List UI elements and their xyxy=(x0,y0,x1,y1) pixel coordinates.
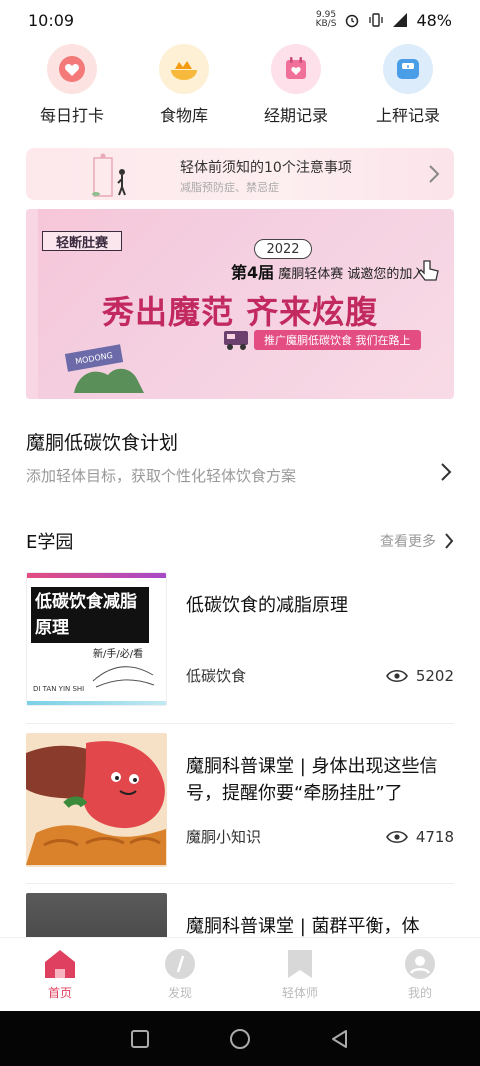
status-bar: 10:09 9.95 KB/S 48% xyxy=(0,0,480,40)
promo-session-text: 魔胴轻体赛 诚邀您的加入 xyxy=(278,267,426,282)
profile-icon xyxy=(405,949,435,979)
chevron-right-icon xyxy=(429,165,440,183)
divider xyxy=(26,883,454,884)
signal-icon xyxy=(393,13,408,27)
quick-entry-period[interactable]: 经期记录 xyxy=(246,44,346,130)
bottom-nav: 首页 发现 轻体师 我的 xyxy=(0,937,480,1011)
status-icons: 9.95 KB/S 48% xyxy=(316,11,452,30)
article-title: 魔胴科普课堂 | 身体出现这些信号，提醒你要“牵肠挂肚”了 xyxy=(186,756,438,804)
vibrate-icon xyxy=(369,13,384,27)
quick-entry-scale[interactable]: 上秤记录 xyxy=(358,44,458,130)
diet-plan-card[interactable]: 魔胴低碳饮食计划 添加轻体目标，获取个性化轻体饮食方案 xyxy=(26,428,454,492)
article-views: 5202 xyxy=(385,666,454,685)
e-school-header: E学园 查看更多 xyxy=(26,527,454,555)
promo-year-badge: 2022 xyxy=(254,239,312,259)
home-button-icon[interactable] xyxy=(229,1028,251,1050)
nav-label: 首页 xyxy=(47,986,72,1000)
views-count: 5202 xyxy=(415,666,454,685)
promo-session-number: 第4届 xyxy=(231,263,275,282)
quick-entry-food-library[interactable]: 食物库 xyxy=(134,44,234,130)
thumb-line2: 原理 xyxy=(35,618,69,638)
tips-title: 轻体前须知的10个注意事项 xyxy=(180,160,352,176)
article-category: 低碳饮食 xyxy=(186,667,247,685)
status-time: 10:09 xyxy=(28,10,75,30)
article-thumbnail: 低碳饮食减脂 原理 新/手/必/看 DI TAN YIN SHI xyxy=(26,572,167,706)
period-calendar-icon xyxy=(271,44,321,94)
promo-pill: 推广魔胴低碳饮食 我们在路上 xyxy=(254,330,421,350)
promo-session-line: 第4届 魔胴轻体赛 诚邀您的加入 xyxy=(231,259,425,283)
tips-banner[interactable]: 轻体前须知的10个注意事项 减脂预防症、禁忌症 xyxy=(26,148,454,200)
food-truck-icon xyxy=(224,331,248,350)
nav-coach[interactable]: 轻体师 xyxy=(245,948,355,1001)
quick-entry-label: 食物库 xyxy=(159,106,208,125)
thumb-foot: DI TAN YIN SHI xyxy=(33,685,85,693)
bookmark-icon xyxy=(288,950,312,978)
nav-home[interactable]: 首页 xyxy=(5,948,115,1001)
article-title: 低碳饮食的减脂原理 xyxy=(186,595,348,616)
article-card[interactable]: 低碳饮食减脂 原理 新/手/必/看 DI TAN YIN SHI 低碳饮食的减脂… xyxy=(26,572,454,706)
section-title: E学园 xyxy=(26,532,74,553)
promo-banner[interactable]: 轻断肚赛 2022 第4届 魔胴轻体赛 诚邀您的加入 秀出魔范 齐来炫腹 推广魔… xyxy=(26,209,454,399)
nav-discover[interactable]: 发现 xyxy=(125,948,235,1001)
nav-label: 轻体师 xyxy=(281,986,318,1000)
article-thumbnail xyxy=(26,733,167,867)
battery-level: 48% xyxy=(416,10,452,30)
thumb-tag: 新/手/必/看 xyxy=(93,649,144,660)
article-meta: 低碳饮食 5202 xyxy=(186,665,454,686)
quick-entries: 每日打卡 食物库 经期记录 上秤记录 xyxy=(0,44,480,130)
thumb-scribble xyxy=(92,666,155,688)
compass-icon xyxy=(165,949,195,979)
intestine-illustration xyxy=(26,741,166,865)
article-meta: 魔胴小知识 4718 xyxy=(186,826,454,847)
system-nav-bar xyxy=(0,1011,480,1066)
recent-apps-icon[interactable] xyxy=(130,1029,150,1049)
eye-icon xyxy=(385,669,408,682)
nav-profile[interactable]: 我的 xyxy=(365,948,475,1001)
see-more-link[interactable]: 查看更多 xyxy=(380,531,454,551)
chevron-right-icon xyxy=(445,533,454,549)
eye-icon xyxy=(385,830,408,843)
checkin-heart-icon xyxy=(47,44,97,94)
alarm-icon xyxy=(346,14,359,28)
quick-entry-label: 上秤记录 xyxy=(375,106,440,125)
nav-label: 发现 xyxy=(167,986,192,1000)
article-thumbnail xyxy=(26,893,167,937)
article-card[interactable]: 魔胴科普课堂 | 菌群平衡，体 xyxy=(26,893,454,937)
article-title: 魔胴科普课堂 | 菌群平衡，体 xyxy=(186,916,420,937)
quick-entry-checkin[interactable]: 每日打卡 xyxy=(22,44,122,130)
promo-logo: 轻断肚赛 xyxy=(42,231,122,251)
quick-entry-label: 每日打卡 xyxy=(39,106,104,125)
net-speed-unit: KB/S xyxy=(315,19,337,29)
diet-plan-title: 魔胴低碳饮食计划 xyxy=(26,432,179,454)
tips-illustration xyxy=(92,153,126,197)
promo-side-strip xyxy=(26,209,38,399)
pointer-hand-icon xyxy=(418,260,439,281)
back-icon[interactable] xyxy=(330,1029,350,1049)
divider xyxy=(26,723,454,724)
scale-icon xyxy=(383,44,433,94)
net-speed: 9.95 KB/S xyxy=(316,11,337,29)
nav-label: 我的 xyxy=(407,986,432,1000)
diet-plan-subtitle: 添加轻体目标，获取个性化轻体饮食方案 xyxy=(26,467,297,485)
bush-illustration xyxy=(74,368,144,393)
food-bowl-icon xyxy=(159,44,209,94)
see-more-label: 查看更多 xyxy=(380,534,436,550)
home-icon xyxy=(45,950,75,978)
article-category: 魔胴小知识 xyxy=(186,828,262,846)
article-card[interactable]: 魔胴科普课堂 | 身体出现这些信号，提醒你要“牵肠挂肚”了 魔胴小知识 4718 xyxy=(26,733,454,867)
views-count: 4718 xyxy=(415,827,454,846)
quick-entry-label: 经期记录 xyxy=(263,106,328,125)
chevron-right-icon xyxy=(441,463,452,481)
article-views: 4718 xyxy=(385,827,454,846)
tips-subtitle: 减脂预防症、禁忌症 xyxy=(180,181,279,194)
thumb-line1: 低碳饮食减脂 xyxy=(35,592,137,612)
